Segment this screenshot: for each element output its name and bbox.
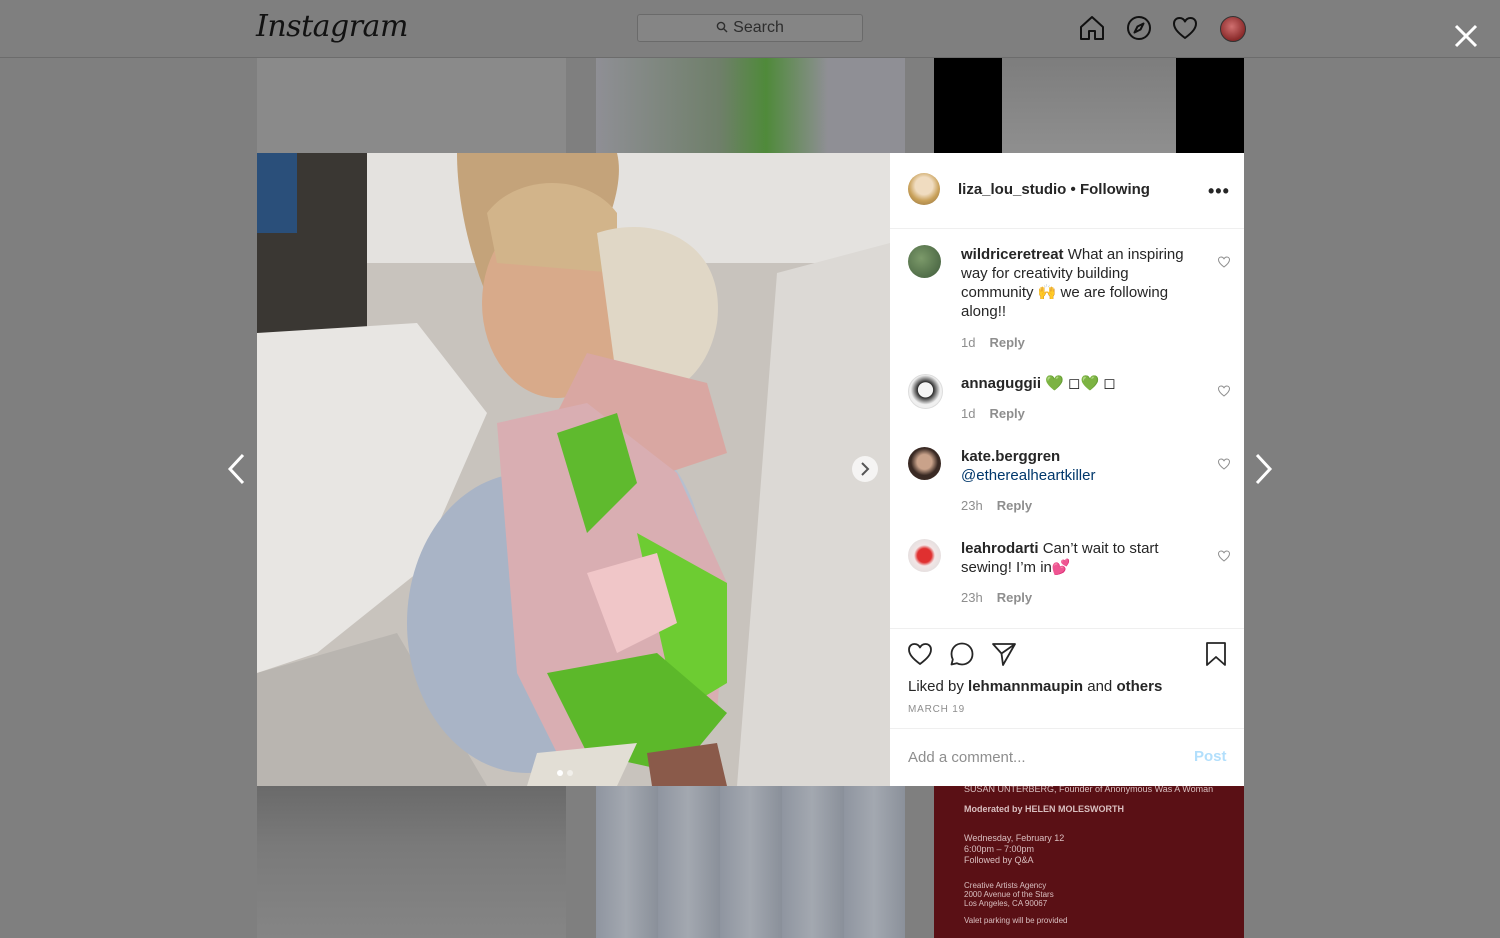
post-actions: Liked by lehmannmaupin and others MARCH … xyxy=(890,628,1244,729)
poster-line: Wednesday, February 12 xyxy=(964,833,1065,843)
add-comment-input[interactable] xyxy=(908,747,1168,767)
grid-thumbnail[interactable] xyxy=(596,58,905,153)
comment-time: 1d xyxy=(961,406,976,421)
close-icon[interactable] xyxy=(1450,20,1482,52)
comment-username[interactable]: kate.berggren xyxy=(961,448,1060,465)
search-icon xyxy=(716,21,728,33)
post-modal: liza_lou_studio • Following ••• wildrice… xyxy=(257,153,1244,786)
activity-heart-icon[interactable] xyxy=(1171,14,1199,42)
next-post-arrow-icon[interactable] xyxy=(1253,452,1275,486)
like-comment-heart-icon[interactable] xyxy=(1217,549,1231,563)
commenter-avatar[interactable] xyxy=(908,539,941,572)
post-comment-button[interactable]: Post xyxy=(1194,748,1227,765)
like-comment-heart-icon[interactable] xyxy=(1217,457,1231,471)
poster-line: Valet parking will be provided xyxy=(964,916,1068,925)
liked-prefix: Liked by xyxy=(908,678,964,695)
carousel-next-button[interactable] xyxy=(852,456,878,482)
poster-line: Moderated by HELEN MOLESWORTH xyxy=(964,804,1125,814)
poster-line: SUSAN UNTERBERG, Founder of Anonymous Wa… xyxy=(964,786,1214,794)
add-comment-bar: Post xyxy=(890,728,1244,787)
poster-line: Followed by Q&A xyxy=(964,855,1034,865)
owner-username[interactable]: liza_lou_studio xyxy=(958,181,1066,198)
commenter-avatar[interactable] xyxy=(908,374,943,409)
reply-button[interactable]: Reply xyxy=(997,498,1032,513)
post-date[interactable]: MARCH 19 xyxy=(908,704,965,715)
grid-thumbnail[interactable] xyxy=(596,786,905,938)
comment-time: 23h xyxy=(961,590,983,605)
poster-line: Los Angeles, CA 90067 xyxy=(964,899,1048,908)
liked-others-link[interactable]: others xyxy=(1116,678,1162,695)
post-photo[interactable] xyxy=(257,153,890,786)
comment-text: 💚 ◻💚 ◻ xyxy=(1045,375,1116,392)
grid-thumbnail[interactable] xyxy=(257,58,566,153)
reply-button[interactable]: Reply xyxy=(997,590,1032,605)
like-comment-heart-icon[interactable] xyxy=(1217,255,1231,269)
profile-avatar[interactable] xyxy=(1220,16,1246,42)
carousel-dots xyxy=(555,763,575,781)
comment-bubble-icon[interactable] xyxy=(949,641,975,667)
comment-username[interactable]: annaguggii xyxy=(961,375,1041,392)
explore-icon[interactable] xyxy=(1125,14,1153,42)
liked-and: and xyxy=(1087,678,1113,695)
grid-thumbnail[interactable] xyxy=(934,58,1244,153)
like-heart-icon[interactable] xyxy=(907,641,933,667)
commenter-avatar[interactable] xyxy=(908,245,941,278)
grid-thumbnail-poster[interactable]: SUSAN UNTERBERG, Founder of Anonymous Wa… xyxy=(934,786,1244,938)
post-photo-illustration xyxy=(257,153,890,786)
share-direct-icon[interactable] xyxy=(991,641,1017,667)
save-bookmark-icon[interactable] xyxy=(1203,641,1229,667)
grid-thumbnail[interactable] xyxy=(257,786,566,938)
comments-list: wildriceretreat What an inspiring way fo… xyxy=(890,229,1244,628)
more-options-icon[interactable]: ••• xyxy=(1208,181,1230,202)
post-sidebar: liza_lou_studio • Following ••• wildrice… xyxy=(890,153,1244,786)
search-input[interactable]: Search xyxy=(637,14,863,42)
commenter-avatar[interactable] xyxy=(908,447,941,480)
comment-mention-link[interactable]: @etherealheartkiller xyxy=(961,467,1095,484)
search-placeholder: Search xyxy=(733,19,784,36)
previous-post-arrow-icon[interactable] xyxy=(225,452,247,486)
poster-line: 6:00pm – 7:00pm xyxy=(964,844,1035,854)
post-header: liza_lou_studio • Following ••• xyxy=(890,153,1244,229)
like-comment-heart-icon[interactable] xyxy=(1217,384,1231,398)
reply-button[interactable]: Reply xyxy=(989,335,1024,350)
comment-time: 23h xyxy=(961,498,983,513)
comment-username[interactable]: leahrodarti xyxy=(961,540,1039,557)
home-icon[interactable] xyxy=(1078,14,1106,42)
liked-by-text: Liked by lehmannmaupin and others xyxy=(908,678,1162,695)
instagram-logo[interactable]: Instagram xyxy=(256,9,408,44)
reply-button[interactable]: Reply xyxy=(989,406,1024,421)
following-button[interactable]: • Following xyxy=(1071,181,1150,198)
top-nav-bar: Instagram Search xyxy=(0,0,1500,58)
chevron-right-icon xyxy=(861,462,870,476)
comment-time: 1d xyxy=(961,335,976,350)
owner-avatar[interactable] xyxy=(908,173,940,205)
comment-username[interactable]: wildriceretreat xyxy=(961,246,1064,263)
liked-user-link[interactable]: lehmannmaupin xyxy=(968,678,1083,695)
